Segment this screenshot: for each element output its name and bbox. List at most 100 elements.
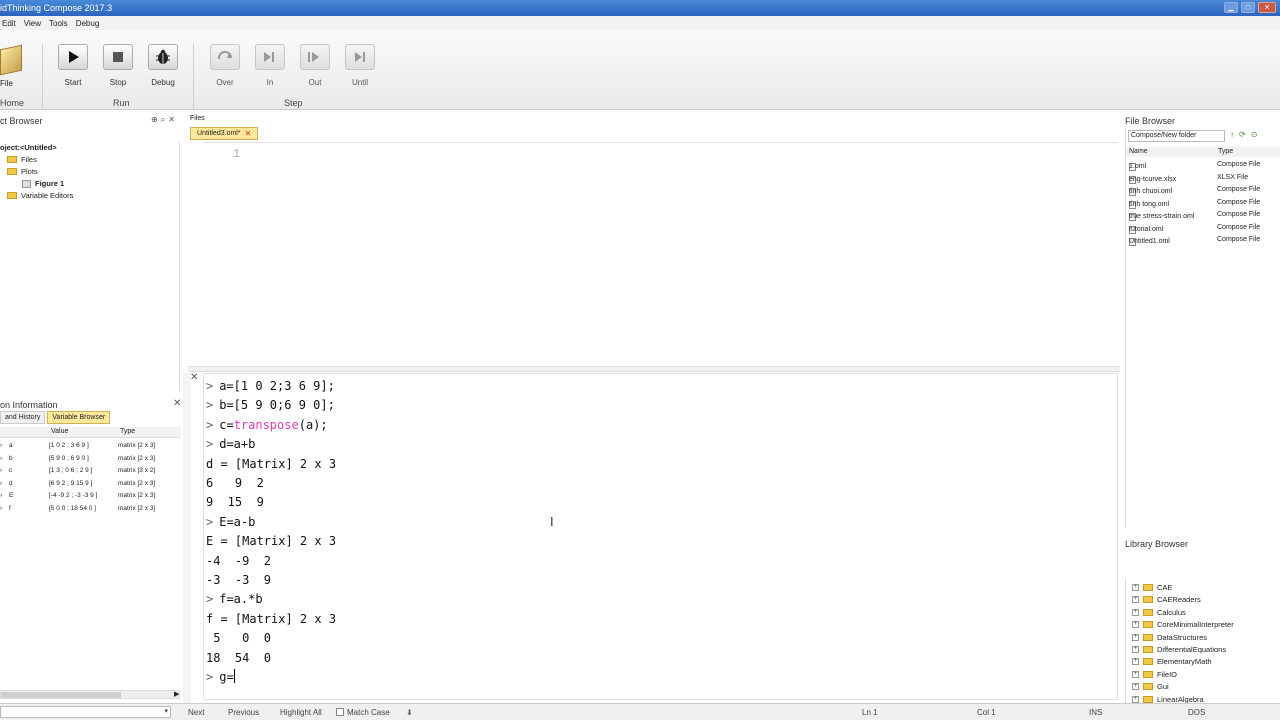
up-folder-icon[interactable]: ↑ [1230,130,1239,139]
step-over-button[interactable]: Over [206,44,244,87]
debug-button[interactable]: Debug [144,44,182,87]
expand-icon[interactable]: + [1132,633,1139,641]
scrollbar-thumb[interactable] [1,692,121,698]
chevron-down-icon[interactable]: ▾ [164,707,168,715]
expand-icon[interactable]: + [1132,670,1139,678]
scroll-right-arrow-icon[interactable]: ▶ [174,690,179,698]
file-button-label[interactable]: File [0,79,13,88]
start-button[interactable]: Start [54,44,92,87]
expand-icon[interactable]: + [1132,695,1139,703]
menu-debug[interactable]: Debug [72,19,104,28]
refresh-icon[interactable]: ⟳ [1239,130,1251,139]
step-in-button[interactable]: In [251,44,289,87]
expand-icon[interactable]: + [1132,683,1139,691]
tree-item-plots[interactable]: Plots [7,167,38,176]
file-icon[interactable] [0,44,22,76]
console-text: E=a-b [219,514,256,529]
file-row[interactable]: tinh tong.oml Compose File [1126,197,1280,209]
file-row[interactable]: true stress-strain.oml Compose File [1126,209,1280,221]
column-type[interactable]: Type [1218,148,1233,155]
expand-icon[interactable]: + [1132,584,1139,591]
library-item[interactable]: + CAEReaders [1132,595,1201,604]
tab-variable-browser[interactable]: Variable Browser [47,411,111,424]
menu-edit[interactable]: Edit [0,19,20,28]
library-item[interactable]: + DifferentialEquations [1132,645,1226,654]
variable-row[interactable]: › c [1 3 ; 0 6 ; 2 9 ] matrix [3 x 2] [0,465,181,477]
highlight-all-button[interactable]: Highlight All [280,708,322,717]
file-row[interactable]: tinh chuoi.oml Compose File [1126,184,1280,196]
library-item[interactable]: + FileIO [1132,670,1177,679]
vertical-scrollbar[interactable] [183,373,191,703]
column-value[interactable]: Value [51,428,68,435]
tab-command-history[interactable]: and History [0,411,46,424]
variable-row[interactable]: › b [5 9 0 ; 6 9 0 ] matrix [2 x 3] [0,453,181,465]
file-row[interactable]: eng-tcurve.xlsx XLSX File [1126,172,1280,184]
library-item[interactable]: + ElementaryMath [1132,657,1212,666]
variable-row[interactable]: › E [-4 -9 2 ; -3 -3 9 ] matrix [2 x 3] [0,490,181,502]
expand-icon[interactable]: + [1132,596,1139,604]
variable-row[interactable]: › a [1 0 2 ; 3 6 9 ] matrix [2 x 3] [0,440,181,452]
find-input[interactable]: ▾ [0,706,171,718]
maximize-button[interactable]: □ [1241,2,1255,13]
console-input-line[interactable]: > g= [206,668,235,687]
expand-icon[interactable]: + [1132,608,1139,616]
variable-row[interactable]: › f [5 0 0 ; 18 54 0 ] matrix [2 x 3] [0,503,181,515]
console-line: > f=a.*b [206,590,263,609]
column-type[interactable]: Type [120,428,135,435]
code-editor[interactable]: 1 [203,142,1118,367]
tree-item-figure-1[interactable]: Figure 1 [22,179,64,188]
expand-icon[interactable]: + [1132,621,1139,629]
close-tab-icon[interactable]: ✕ [245,129,252,138]
tree-item-variable-editors[interactable]: Variable Editors [7,191,73,200]
step-out-button[interactable]: Out [296,44,334,87]
library-item[interactable]: + Calculus [1132,608,1186,617]
menu-view[interactable]: View [20,19,45,28]
expand-icon[interactable]: › [0,467,2,474]
variable-value: [5 0 0 ; 18 54 0 ] [49,504,96,512]
run-until-button[interactable]: Until [341,44,379,87]
library-item[interactable]: + DataStructures [1132,633,1207,642]
variable-row[interactable]: › d [6 9 2 ; 9 15 9 ] matrix [2 x 3] [0,478,181,490]
library-item[interactable]: + CoreMinimalInterpreter [1132,620,1234,629]
oml-console[interactable]: > a=[1 0 2;3 6 9]; > b=[5 9 0;6 9 0]; > c=tra… [203,373,1118,700]
console-prompt: > [206,398,214,413]
horizontal-scrollbar[interactable] [0,690,180,699]
expand-icon[interactable]: › [0,505,2,512]
tree-root[interactable]: oject:<Untitled> [0,143,57,152]
close-icon[interactable]: ✕ [190,372,198,383]
go-icon[interactable]: ⊙ [1251,130,1263,139]
close-icon[interactable]: ✕ [168,115,178,124]
file-row[interactable]: tutorial.oml Compose File [1126,222,1280,234]
menu-bar: Edit View Tools Debug [0,16,1280,30]
tree-item-files[interactable]: Files [7,155,37,164]
stop-button[interactable]: Stop [99,44,137,87]
editor-console-splitter[interactable] [188,366,1120,372]
library-item[interactable]: + LinearAlgebra [1132,695,1204,703]
expand-icon[interactable]: + [1132,658,1139,666]
folder-icon [1143,683,1153,691]
find-previous-button[interactable]: Previous [228,708,259,717]
expand-icon[interactable]: + [1132,646,1139,653]
pin-icon[interactable]: ⊕ [151,115,161,124]
step-in-label: In [266,78,274,87]
options-icon[interactable]: ⇟ [406,708,413,717]
close-window-button[interactable]: ✕ [1258,2,1276,13]
expand-icon[interactable]: › [0,455,2,462]
column-name[interactable]: Name [1129,148,1148,155]
expand-icon[interactable]: › [0,492,2,499]
file-row[interactable]: Untitled1.oml Compose File [1126,234,1280,246]
file-browser-path-dropdown[interactable]: Compose/New folder [1128,130,1225,142]
match-case-checkbox[interactable]: Match Case [336,708,390,717]
library-item[interactable]: + Gui [1132,682,1169,691]
close-icon[interactable]: ✕ [173,398,181,409]
minimize-button[interactable]: ▁ [1224,2,1238,13]
debug-label: Debug [151,78,175,87]
expand-icon[interactable]: › [0,442,2,449]
console-input-text[interactable]: g= [219,670,233,684]
expand-icon[interactable]: › [0,480,2,487]
library-item[interactable]: + CAE [1132,583,1172,592]
editor-tab-untitled3[interactable]: Untitled3.oml* ✕ [190,127,259,140]
file-row[interactable]: 1.oml Compose File [1126,159,1280,171]
find-next-button[interactable]: Next [188,708,204,717]
menu-tools[interactable]: Tools [45,19,72,28]
